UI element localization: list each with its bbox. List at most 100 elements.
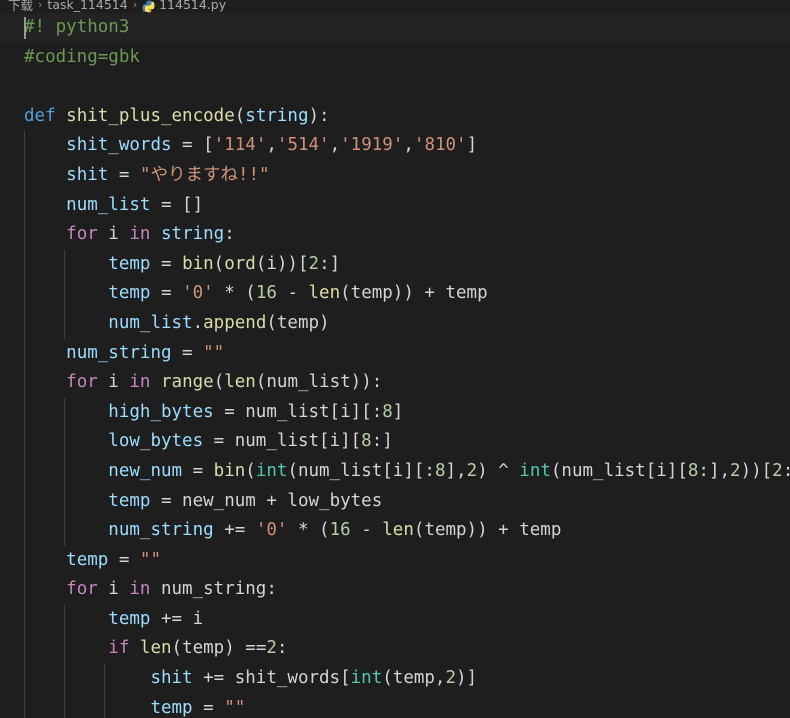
code-token-pl: = xyxy=(171,342,204,363)
code-line[interactable]: temp = '0' * (16 - len(temp)) + temp xyxy=(0,279,790,309)
code-token-pl: ) ^ xyxy=(477,460,520,481)
code-token-kw: if xyxy=(108,638,130,659)
code-token-fn: ord xyxy=(224,253,256,274)
code-line[interactable]: num_string += '0' * (16 - len(temp)) + t… xyxy=(0,516,790,546)
code-line[interactable]: num_string = "" xyxy=(0,339,790,369)
breadcrumb-item-folder[interactable]: 下载 xyxy=(8,0,33,14)
code-token-str: "" xyxy=(139,549,161,570)
code-token-fn: len xyxy=(308,283,341,304)
code-token-pl: . xyxy=(192,312,204,333)
code-line[interactable]: for i in num_string: xyxy=(0,575,790,605)
code-token-num: 8 xyxy=(361,431,372,452)
code-token-pl: , xyxy=(266,135,277,156)
code-token-pl: i xyxy=(97,224,130,245)
code-token-var: temp xyxy=(108,490,151,511)
code-token-cls: int xyxy=(350,668,383,689)
code-token-def: def xyxy=(24,105,56,126)
code-token-fn: append xyxy=(203,312,267,333)
code-token-str: '114' xyxy=(213,135,267,156)
code-token-pl: = xyxy=(108,164,140,185)
code-token-pl: (temp) xyxy=(266,312,330,333)
code-token-pl: ], xyxy=(445,460,467,481)
code-token-pl: = [ xyxy=(171,135,214,156)
code-token-fn: bin xyxy=(213,460,246,481)
code-token-pl: ( xyxy=(234,105,246,126)
code-token-pl: i xyxy=(97,579,130,600)
code-token-var: low_bytes xyxy=(108,431,204,452)
code-line[interactable]: shit_words = ['114','514','1919','810'] xyxy=(0,131,790,161)
code-content[interactable]: #! python3 #coding=gbk def shit_plus_enco… xyxy=(0,13,790,718)
code-token-fn: bin xyxy=(182,253,214,274)
python-file-icon xyxy=(142,0,155,13)
breadcrumb-item-project[interactable]: task_114514 xyxy=(47,0,127,12)
code-line[interactable]: temp = "" xyxy=(0,546,790,576)
code-token-var: shit xyxy=(150,668,193,689)
code-token-var: num_string xyxy=(66,342,172,363)
code-token-var: num_string xyxy=(108,520,214,541)
code-token-num: 2 xyxy=(772,460,783,481)
code-line[interactable]: temp = "" xyxy=(0,694,790,718)
code-token-pl: (num_list[i][ xyxy=(550,460,688,481)
code-token-pl: * ( xyxy=(287,520,330,541)
code-line[interactable]: new_num = bin(int(num_list[i][:8],2) ^ i… xyxy=(0,457,790,487)
code-token-num: 2 xyxy=(308,253,320,274)
code-line[interactable] xyxy=(0,72,790,102)
code-token-var: new_num xyxy=(108,460,183,481)
code-token-num: 2 xyxy=(266,638,277,659)
breadcrumb-item-file[interactable]: 114514.py xyxy=(159,0,226,12)
code-token-kw: for xyxy=(66,372,98,393)
code-token-var: shit_words xyxy=(66,135,172,156)
code-token-num: 16 xyxy=(329,520,351,541)
code-token-num: 8 xyxy=(687,460,699,481)
code-line[interactable]: num_list.append(temp) xyxy=(0,309,790,339)
code-line[interactable]: for i in range(len(num_list)): xyxy=(0,368,790,398)
code-token-pl: ): xyxy=(308,105,330,126)
code-line[interactable]: shit += shit_words[int(temp,2)] xyxy=(0,664,790,694)
code-line[interactable]: temp += i xyxy=(0,605,790,635)
code-token-com: #! python3 xyxy=(24,17,130,37)
code-token-var: string xyxy=(161,224,225,245)
code-line[interactable]: low_bytes = num_list[i][8:] xyxy=(0,427,790,457)
code-line[interactable]: for i in string: xyxy=(0,220,790,250)
code-token-num: 8 xyxy=(434,460,446,481)
code-line[interactable]: num_list = [] xyxy=(0,191,790,221)
code-line[interactable]: temp = new_num + low_bytes xyxy=(0,487,790,517)
code-token-kw: for xyxy=(66,224,98,245)
code-token-pl: = num_list[i][ xyxy=(203,431,362,452)
code-token-pl: (num_list)): xyxy=(255,372,383,393)
code-token-var: temp xyxy=(66,549,109,570)
code-token-var: string xyxy=(245,105,309,126)
code-line[interactable]: #! python3 xyxy=(0,13,790,43)
code-token-pl: : xyxy=(276,638,288,659)
code-line[interactable]: #coding=gbk xyxy=(0,43,790,73)
code-token-pl: (temp)) + temp xyxy=(413,520,562,541)
code-token-num: 2 xyxy=(466,460,478,481)
breadcrumb-separator-icon: › xyxy=(38,0,43,11)
code-line[interactable]: shit = "やりますね!!" xyxy=(0,161,790,191)
code-line[interactable]: if len(temp) ==2: xyxy=(0,634,790,664)
code-token-str: '0' xyxy=(182,283,214,304)
code-token-str: '0' xyxy=(255,520,288,541)
code-token-str: "" xyxy=(203,342,225,363)
code-token-pl: += i xyxy=(150,608,204,629)
code-token-pl: )] xyxy=(456,668,478,689)
code-line[interactable]: temp = bin(ord(i))[2:] xyxy=(0,250,790,280)
code-editor[interactable]: #! python3 #coding=gbk def shit_plus_enco… xyxy=(0,13,790,718)
code-line[interactable]: def shit_plus_encode(string): xyxy=(0,102,790,132)
code-token-pl: ( xyxy=(213,253,225,274)
code-line[interactable]: high_bytes = num_list[i][:8] xyxy=(0,398,790,428)
